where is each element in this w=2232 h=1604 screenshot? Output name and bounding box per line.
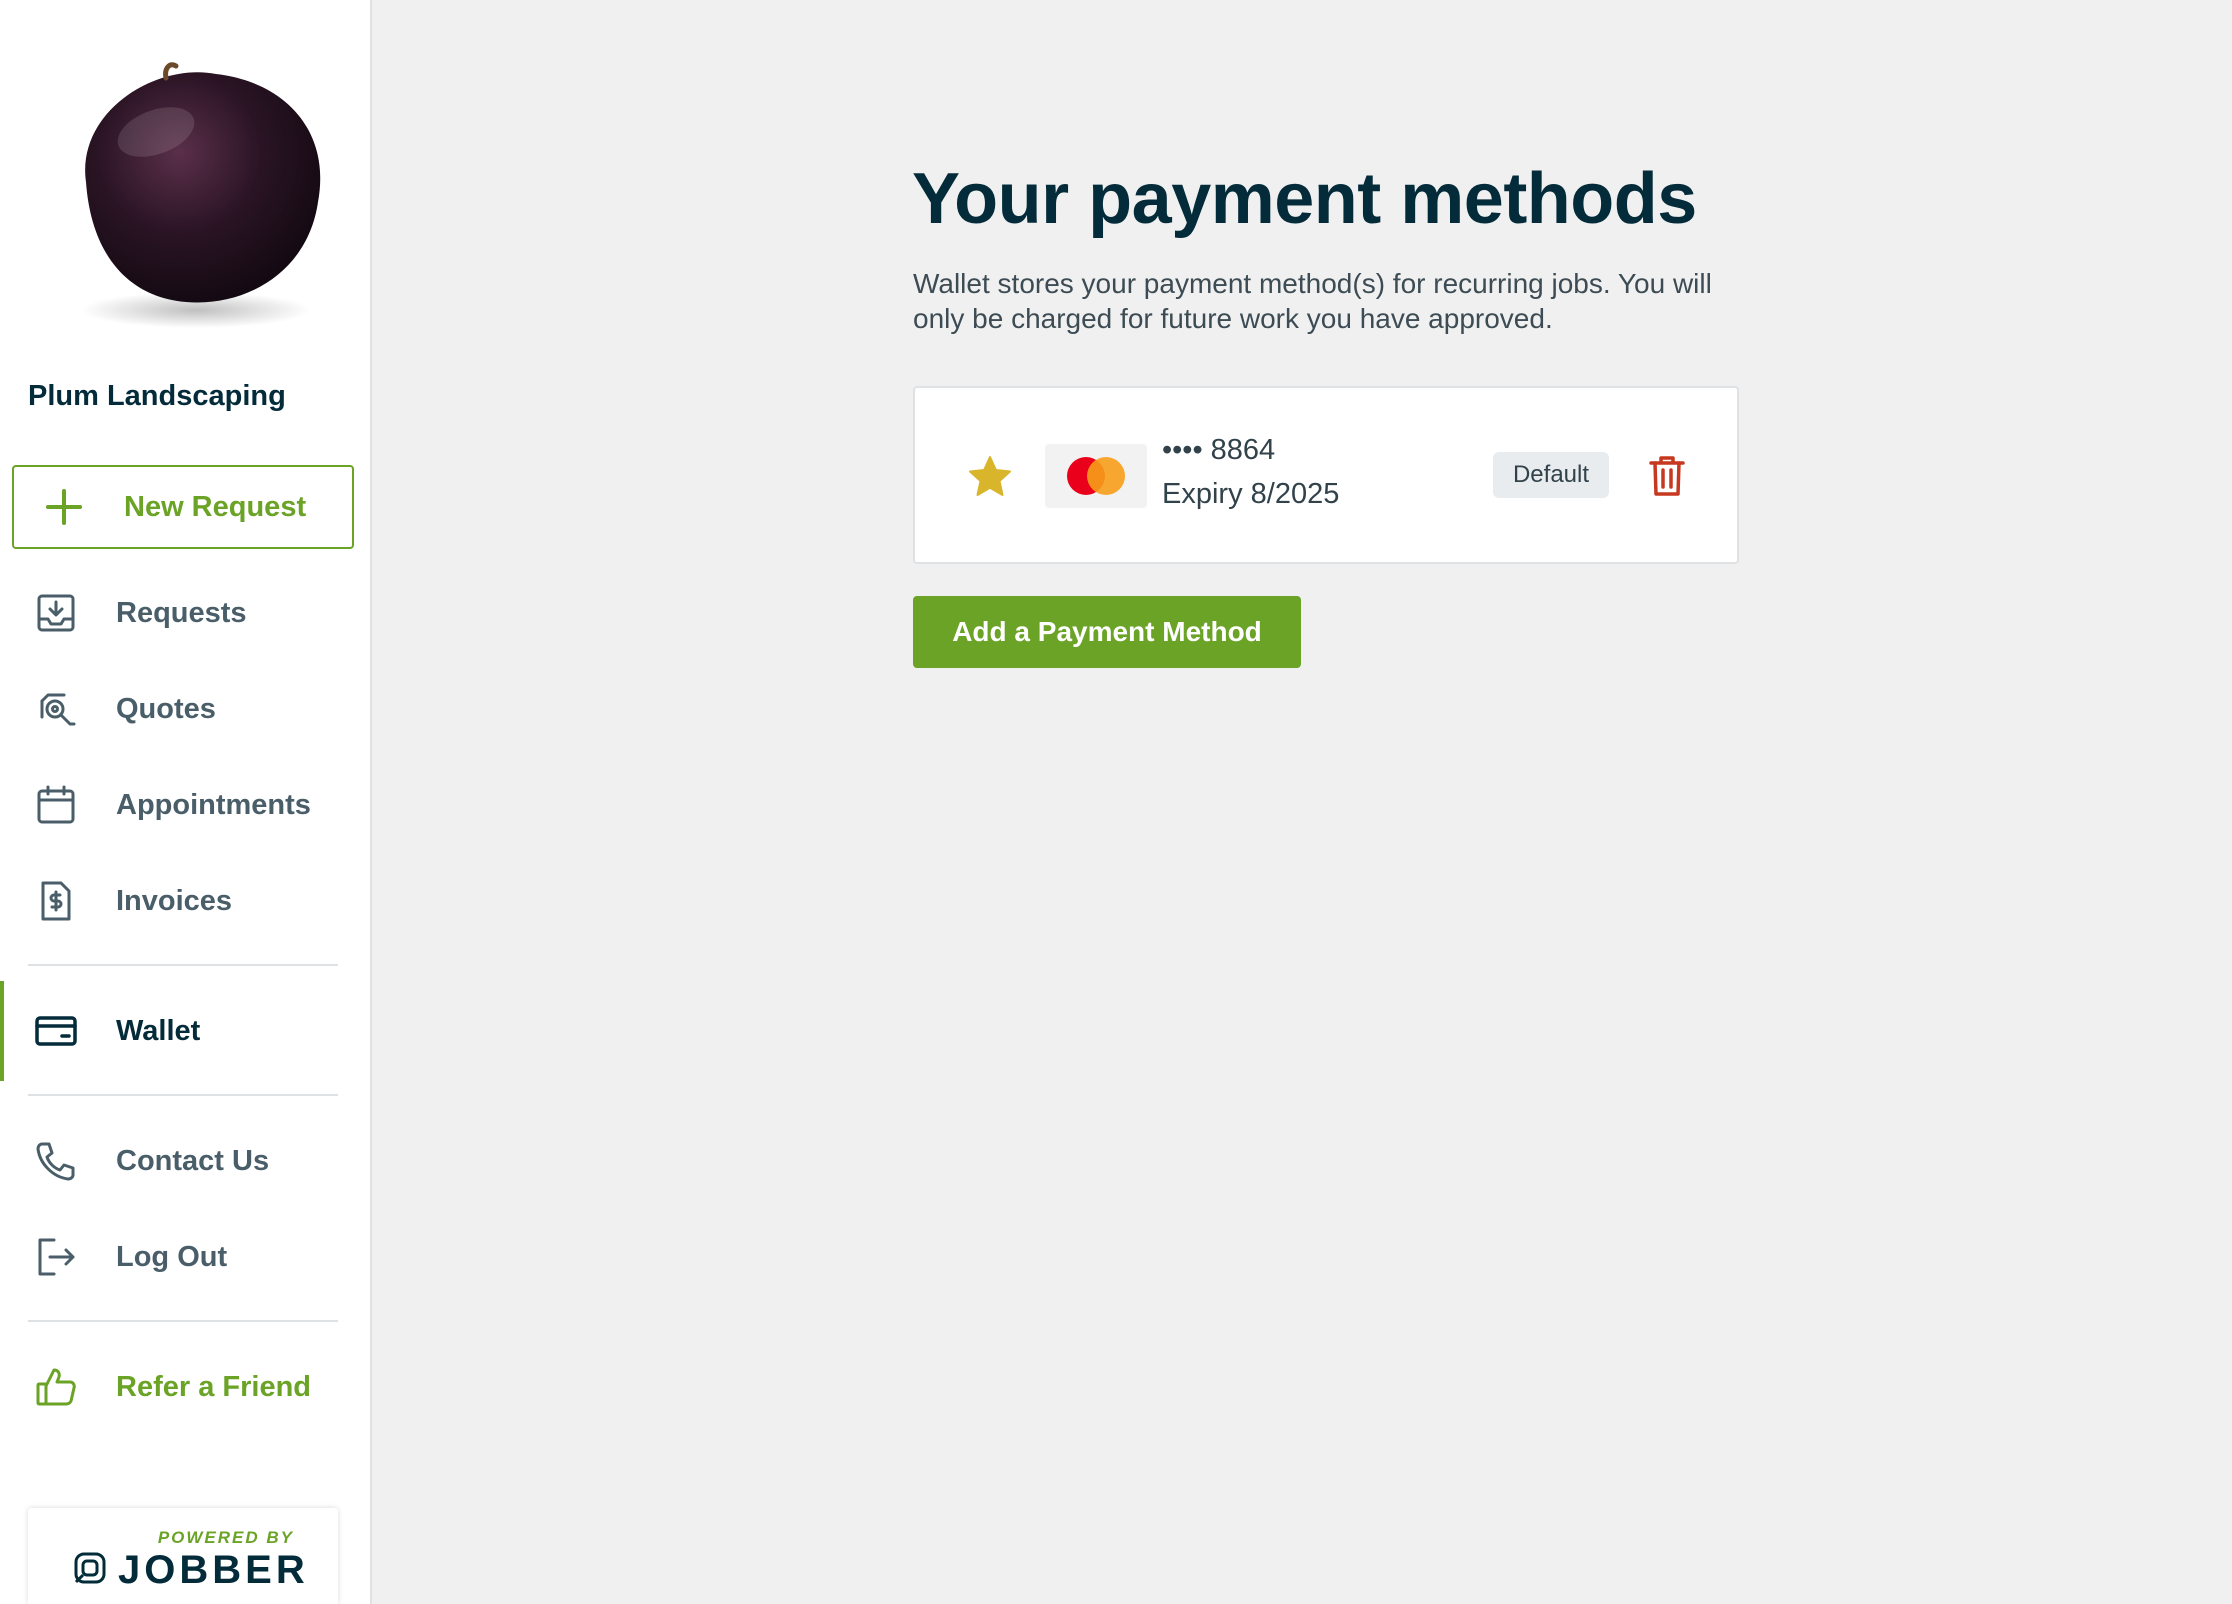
default-badge: Default: [1493, 452, 1609, 498]
sidebar-item-wallet[interactable]: Wallet: [0, 981, 370, 1081]
payment-method-card: •••• 8864 Expiry 8/2025 Default: [913, 386, 1739, 564]
plus-icon: [44, 487, 84, 527]
sidebar-item-label: Appointments: [116, 788, 311, 821]
new-request-button[interactable]: New Request: [12, 465, 354, 549]
powered-by-jobber[interactable]: POWERED BY JOBBER: [28, 1508, 338, 1604]
powered-by-label: POWERED BY: [157, 1528, 294, 1547]
sidebar-item-label: Quotes: [116, 692, 216, 725]
mastercard-icon: [1045, 444, 1147, 508]
sidebar-item-refer-a-friend[interactable]: Refer a Friend: [0, 1347, 370, 1427]
sidebar-item-label: Log Out: [116, 1240, 228, 1273]
inbox-download-icon: [34, 591, 78, 635]
sidebar-divider: [28, 964, 338, 966]
invoice-dollar-icon: [34, 879, 78, 923]
thumbs-up-icon: [34, 1365, 78, 1409]
page-title: Your payment methods: [912, 159, 1697, 239]
sidebar-item-log-out[interactable]: Log Out: [0, 1217, 370, 1297]
phone-icon: [34, 1139, 78, 1183]
star-icon[interactable]: [967, 454, 1013, 500]
sidebar: Plum Landscaping New Request Requests Qu…: [0, 0, 372, 1604]
sidebar-item-invoices[interactable]: Invoices: [0, 861, 370, 941]
card-expiry: Expiry 8/2025: [1162, 478, 1340, 510]
sidebar-item-contact-us[interactable]: Contact Us: [0, 1121, 370, 1201]
sidebar-item-label: Refer a Friend: [116, 1370, 311, 1403]
sidebar-divider: [28, 1094, 338, 1096]
quote-search-icon: [34, 687, 78, 731]
add-payment-method-button[interactable]: Add a Payment Method: [913, 596, 1301, 668]
sidebar-divider: [28, 1320, 338, 1322]
jobber-brand: JOBBER: [118, 1548, 309, 1592]
page-description: Wallet stores your payment method(s) for…: [913, 268, 1712, 334]
sidebar-item-requests[interactable]: Requests: [0, 573, 370, 653]
app-root: Plum Landscaping New Request Requests Qu…: [0, 0, 2232, 1604]
logout-icon: [34, 1235, 78, 1279]
sidebar-item-label: Contact Us: [116, 1144, 270, 1177]
new-request-label: New Request: [124, 490, 307, 523]
trash-icon[interactable]: [1646, 454, 1688, 498]
sidebar-item-appointments[interactable]: Appointments: [0, 765, 370, 845]
company-name: Plum Landscaping: [28, 380, 286, 412]
card-number: •••• 8864: [1162, 434, 1276, 466]
wallet-card-icon: [34, 1009, 78, 1053]
company-logo: [46, 52, 336, 332]
sidebar-item-label: Invoices: [116, 884, 233, 917]
sidebar-item-label: Wallet: [116, 1014, 201, 1047]
jobber-logo-icon: [72, 1550, 108, 1586]
sidebar-item-label: Requests: [116, 596, 247, 629]
calendar-icon: [34, 783, 78, 827]
sidebar-item-quotes[interactable]: Quotes: [0, 669, 370, 749]
